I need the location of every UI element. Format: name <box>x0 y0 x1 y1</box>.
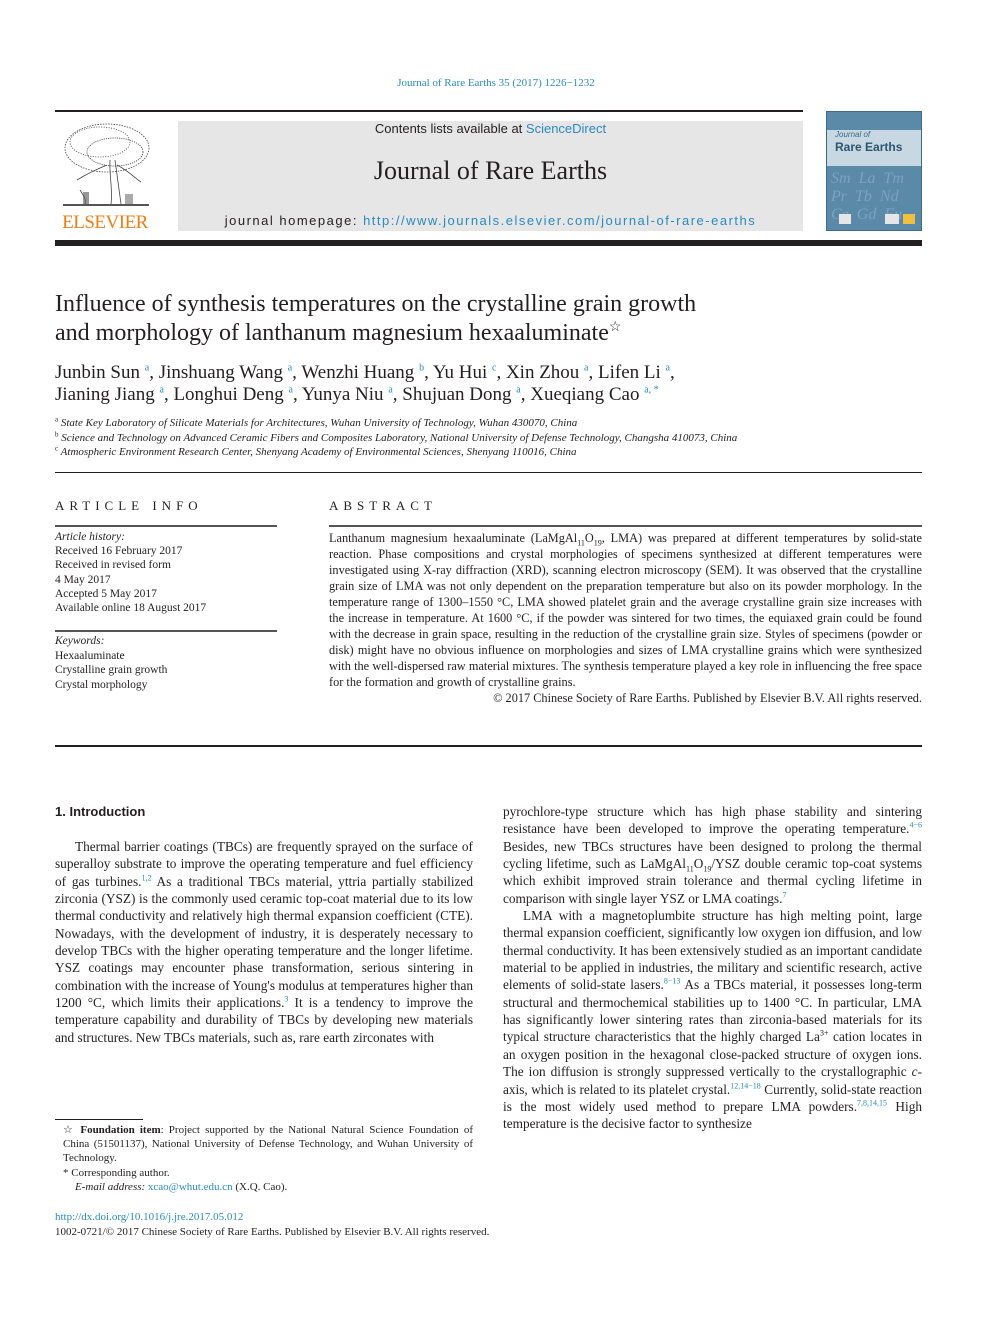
author[interactable]: Shujuan Dong a <box>402 384 520 405</box>
citation-link[interactable]: 1,2 <box>141 873 151 882</box>
cover-symbol: Gd <box>856 206 877 223</box>
author[interactable]: Longhui Deng a <box>173 384 293 405</box>
contents-prefix: Contents lists available at <box>374 121 526 136</box>
title-line-2: and morphology of lanthanum magnesium he… <box>55 320 609 346</box>
header-rule <box>55 240 922 246</box>
title-line-1: Influence of synthesis temperatures on t… <box>55 291 697 317</box>
author[interactable]: Yu Hui c <box>433 362 497 383</box>
cover-title: Rare Earths <box>835 140 903 154</box>
keyword: Crystal morphology <box>55 678 148 691</box>
affiliation: b Science and Technology on Advanced Cer… <box>55 429 738 444</box>
body-column-right: pyrochlore-type structure which has high… <box>503 803 922 1133</box>
article-info-rule <box>55 525 277 527</box>
doi-link[interactable]: http://dx.doi.org/10.1016/j.jre.2017.05.… <box>55 1211 243 1223</box>
section-rule <box>55 472 922 473</box>
elsevier-tree-icon <box>63 123 150 206</box>
abstract-bottom-rule <box>55 745 922 747</box>
author[interactable]: Jianing Jiang a <box>55 384 164 405</box>
journal-name: Journal of Rare Earths <box>373 156 608 185</box>
top-rule <box>55 110 803 112</box>
article-history: Article history: Received 16 February 20… <box>55 530 277 615</box>
contents-line: Contents lists available at ScienceDirec… <box>178 121 803 137</box>
keywords-rule <box>55 630 277 632</box>
homepage-prefix: journal homepage: <box>224 213 364 228</box>
history-entry: Available online 18 August 2017 <box>55 602 207 615</box>
citation-link[interactable]: 7,8,14,15 <box>857 1098 887 1107</box>
author[interactable]: Lifen Li a <box>598 362 670 383</box>
author[interactable]: Wenzhi Huang b <box>301 362 424 383</box>
citation-link[interactable]: 4−6 <box>909 821 922 830</box>
abstract-heading: ABSTRACT <box>329 498 437 513</box>
footnote-rule <box>55 1119 143 1120</box>
cover-symbol: La <box>858 170 876 187</box>
running-head[interactable]: Journal of Rare Earths 35 (2017) 1226−12… <box>0 77 992 89</box>
keyword: Hexaaluminate <box>55 649 125 662</box>
citation-link[interactable]: 7 <box>782 890 786 899</box>
email-link[interactable]: xcao@whut.edu.cn <box>148 1181 233 1193</box>
abstract-rule <box>329 525 922 527</box>
body-column-left: Thermal barrier coatings (TBCs) are freq… <box>55 838 473 1046</box>
elsevier-wordmark: ELSEVIER <box>62 212 148 233</box>
keywords-label: Keywords: <box>55 635 105 647</box>
homepage-line: journal homepage: http://www.journals.el… <box>178 213 803 228</box>
cover-partner-logo-icon <box>903 214 915 224</box>
history-label: Article history: <box>55 531 125 543</box>
cover-symbol: Tm <box>883 170 904 187</box>
history-entry: Received 16 February 2017 <box>55 545 183 558</box>
paragraph: Thermal barrier coatings (TBCs) are freq… <box>55 839 473 1045</box>
cover-symbol: Nd <box>879 188 899 205</box>
author[interactable]: Xueqiang Cao a, * <box>530 384 658 405</box>
abstract-copyright: © 2017 Chinese Society of Rare Earths. P… <box>493 691 922 705</box>
citation-link[interactable]: 8−13 <box>664 977 681 986</box>
history-entry: Received in revised form <box>55 559 171 572</box>
cover-symbol: Sm <box>831 170 851 187</box>
cover-society-logo-icon <box>885 214 899 224</box>
author[interactable]: Xin Zhou a <box>506 362 589 383</box>
journal-cover-thumbnail[interactable]: Journal of Rare Earths Sm La Tm Pr Tb Nd… <box>826 111 922 231</box>
author-list: Junbin Sun a, Jinshuang Wang a, Wenzhi H… <box>55 362 675 405</box>
author[interactable]: Yunya Niu a <box>302 384 393 405</box>
history-entry: Accepted 5 May 2017 <box>55 587 157 600</box>
foundation-footnote: ☆ Foundation item: Project supported by … <box>63 1124 473 1165</box>
history-entry: 4 May 2017 <box>55 573 111 586</box>
affiliation: a State Key Laboratory of Silicate Mater… <box>55 415 578 429</box>
author[interactable]: Junbin Sun a <box>55 362 149 383</box>
journal-masthead: Contents lists available at ScienceDirec… <box>178 121 803 231</box>
email-footnote: E-mail address: xcao@whut.edu.cn (X.Q. C… <box>75 1180 288 1193</box>
author[interactable]: Jinshuang Wang a <box>159 362 292 383</box>
footnotes: ☆ Foundation item: Project supported by … <box>55 1123 473 1194</box>
corresponding-footnote: * Corresponding author. <box>63 1166 170 1179</box>
affiliations: a State Key Laboratory of Silicate Mater… <box>55 416 925 460</box>
keyword: Crystalline grain growth <box>55 664 168 677</box>
paragraph: pyrochlore-type structure which has high… <box>503 804 922 906</box>
elsevier-logo[interactable]: ELSEVIER <box>55 120 155 235</box>
cover-small-text: Journal of <box>835 130 871 139</box>
abstract-text: Lanthanum magnesium hexaaluminate (LaMgA… <box>329 531 922 689</box>
sciencedirect-link[interactable]: ScienceDirect <box>526 121 606 136</box>
abstract-body: Lanthanum magnesium hexaaluminate (LaMgA… <box>329 530 922 706</box>
cover-symbol: Pr <box>831 188 847 205</box>
introduction-heading: 1. Introduction <box>55 804 146 819</box>
journal-homepage-link[interactable]: http://www.journals.elsevier.com/journal… <box>363 213 756 228</box>
article-title: Influence of synthesis temperatures on t… <box>55 290 815 348</box>
keywords: Keywords: Hexaaluminate Crystalline grai… <box>55 634 277 692</box>
affiliation: c Atmospheric Environment Research Cente… <box>55 444 577 458</box>
cover-symbol: Tb <box>855 188 872 205</box>
citation-link[interactable]: 12,14−18 <box>730 1081 761 1090</box>
issn-copyright: 1002-0721/© 2017 Chinese Society of Rare… <box>55 1226 490 1238</box>
title-footnote-marker[interactable]: ☆ <box>609 320 622 335</box>
paragraph: LMA with a magnetoplumbite structure has… <box>503 908 922 1132</box>
article-info-heading: ARTICLE INFO <box>55 498 203 513</box>
cover-elsevier-logo-icon <box>839 214 851 224</box>
